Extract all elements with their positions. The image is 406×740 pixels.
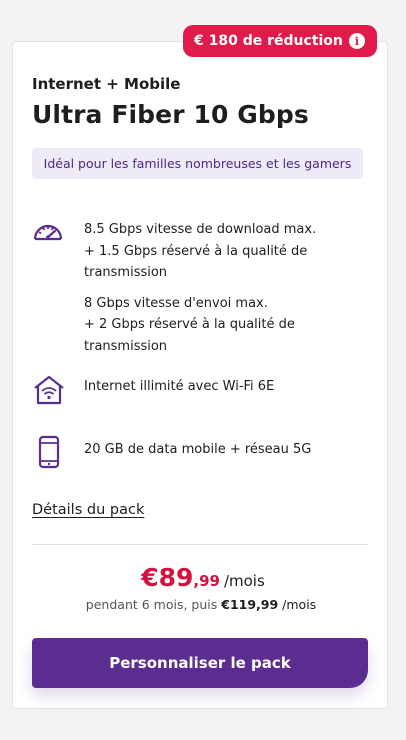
download-line-1: 8.5 Gbps vitesse de download max.: [84, 222, 317, 237]
price-after-value: €119,99: [221, 597, 279, 612]
divider: [32, 544, 368, 545]
price-cents: ,99: [193, 572, 220, 590]
plan-title: Ultra Fiber 10 Gbps: [32, 100, 309, 129]
download-line-3: transmission: [84, 265, 168, 280]
mobile-text: 20 GB de data mobile + réseau 5G: [84, 442, 312, 457]
details-link[interactable]: Détails du pack: [32, 502, 144, 518]
price-after-prefix: pendant 6 mois, puis: [85, 597, 218, 612]
price-after-unit: /mois: [282, 597, 317, 612]
speedometer-icon: [32, 219, 64, 247]
download-line-2: + 1.5 Gbps réservé à la qualité de: [84, 243, 308, 259]
audience-tag: Idéal pour les familles nombreuses et le…: [32, 148, 363, 179]
customize-pack-button[interactable]: Personnaliser le pack: [32, 638, 368, 688]
plan-category: Internet + Mobile: [32, 75, 181, 93]
promo-label: € 180 de réduction: [194, 33, 343, 49]
wifi-home-icon: [32, 374, 66, 410]
price-main: €89: [141, 563, 194, 592]
info-icon[interactable]: i: [348, 33, 365, 49]
wifi-text: Internet illimité avec Wi-Fi 6E: [84, 379, 275, 394]
page: € 180 de réduction i Internet + Mobile U…: [0, 0, 406, 740]
price-unit: /mois: [223, 572, 265, 590]
smartphone-icon: [38, 435, 60, 473]
price-after-promo: pendant 6 mois, puis €119,99 /mois: [0, 597, 402, 612]
upload-line-2: + 2 Gbps réservé à la qualité de: [84, 317, 295, 332]
upload-line-1: 8 Gbps vitesse d'envoi max.: [84, 295, 268, 311]
upload-line-3: transmission: [84, 338, 168, 354]
promo-badge: € 180 de réduction i: [183, 25, 377, 57]
price: €89,99/mois: [0, 563, 406, 592]
